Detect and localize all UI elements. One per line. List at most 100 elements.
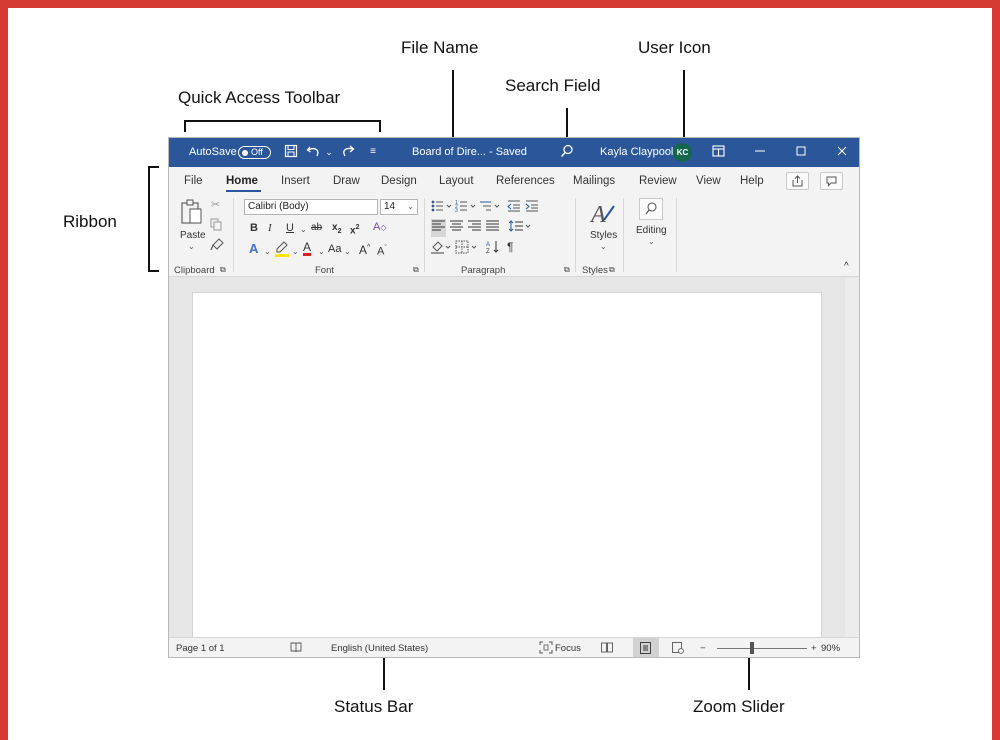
- focus-icon[interactable]: [539, 641, 553, 657]
- autosave-toggle[interactable]: Off: [238, 146, 271, 159]
- font-color-icon[interactable]: A: [303, 240, 311, 254]
- bold-icon[interactable]: B: [250, 221, 258, 235]
- focus-label[interactable]: Focus: [555, 643, 581, 654]
- read-mode-icon[interactable]: [601, 642, 613, 656]
- undo-icon[interactable]: [306, 144, 322, 160]
- callout-status-bar: Status Bar: [334, 697, 414, 716]
- line-spacing-icon[interactable]: [508, 220, 533, 236]
- tab-layout[interactable]: Layout: [439, 175, 474, 187]
- underline-dropdown-icon[interactable]: ⌄: [300, 223, 307, 237]
- strikethrough-icon[interactable]: ab: [311, 221, 322, 235]
- zoom-slider-track[interactable]: [717, 648, 807, 649]
- zoom-out-button[interactable]: −: [700, 643, 706, 654]
- align-center-icon[interactable]: [450, 220, 463, 236]
- callout-file-name: File Name: [401, 38, 479, 57]
- font-size-box[interactable]: 14 ⌄: [380, 199, 418, 215]
- borders-icon[interactable]: [455, 240, 481, 258]
- tab-design[interactable]: Design: [381, 175, 417, 187]
- tab-mailings[interactable]: Mailings: [573, 175, 615, 187]
- styles-label[interactable]: Styles: [590, 230, 617, 241]
- change-case-dropdown-icon[interactable]: ⌄: [344, 245, 351, 259]
- subscript-icon[interactable]: x2: [332, 221, 341, 239]
- styles-icon[interactable]: A: [589, 198, 616, 232]
- language[interactable]: English (United States): [331, 643, 428, 654]
- collapse-ribbon-icon[interactable]: ^: [844, 261, 849, 272]
- font-launcher-icon[interactable]: ⧉: [413, 265, 419, 275]
- paragraph-launcher-icon[interactable]: ⧉: [564, 265, 570, 275]
- styles-launcher-icon[interactable]: ⧉: [609, 265, 615, 275]
- document-name[interactable]: Board of Dire...: [412, 146, 486, 158]
- clipboard-launcher-icon[interactable]: ⧉: [220, 265, 226, 275]
- text-effects-icon[interactable]: A: [249, 242, 258, 256]
- editing-label[interactable]: Editing: [636, 225, 667, 236]
- title-bar: AutoSave Off ⌄ ≡ Board of Dire... - Save…: [169, 138, 859, 167]
- share-button[interactable]: [786, 172, 809, 190]
- comments-button[interactable]: [820, 172, 843, 190]
- tab-file[interactable]: File: [184, 175, 203, 187]
- shrink-font-icon[interactable]: Aˇ: [377, 242, 387, 259]
- undo-dropdown-icon[interactable]: ⌄: [321, 144, 337, 160]
- font-color-dropdown-icon[interactable]: ⌄: [318, 245, 325, 259]
- grow-font-icon[interactable]: A^: [359, 241, 370, 257]
- superscript-icon[interactable]: x2: [350, 221, 359, 238]
- callout-bracket-ribbon-bottom: [148, 270, 159, 272]
- justify-icon[interactable]: [486, 220, 499, 236]
- document-page[interactable]: [192, 292, 822, 638]
- ribbon-display-options-icon[interactable]: [710, 144, 726, 160]
- styles-dropdown-icon[interactable]: ⌄: [600, 242, 607, 251]
- highlight-dropdown-icon[interactable]: ⌄: [292, 245, 299, 259]
- zoom-in-button[interactable]: +: [811, 643, 817, 654]
- save-icon[interactable]: [283, 144, 299, 160]
- paste-dropdown-icon[interactable]: ⌄: [188, 242, 195, 251]
- active-tab-underline: [226, 190, 261, 192]
- cut-icon[interactable]: ✂: [211, 198, 220, 212]
- change-case-icon[interactable]: Aa: [328, 242, 341, 256]
- web-layout-icon[interactable]: [672, 642, 684, 657]
- callout-zoom-slider: Zoom Slider: [693, 697, 785, 716]
- user-avatar[interactable]: KC: [673, 143, 692, 162]
- tab-review[interactable]: Review: [639, 175, 677, 187]
- tab-insert[interactable]: Insert: [281, 175, 310, 187]
- font-name-box[interactable]: Calibri (Body): [244, 199, 378, 215]
- find-button[interactable]: [639, 198, 663, 220]
- redo-icon[interactable]: [340, 144, 356, 160]
- book-icon[interactable]: [290, 642, 302, 656]
- tab-draw[interactable]: Draw: [333, 175, 360, 187]
- shading-icon[interactable]: [431, 240, 453, 258]
- minimize-icon[interactable]: [752, 144, 768, 160]
- tab-help[interactable]: Help: [740, 175, 764, 187]
- show-formatting-marks-icon[interactable]: ¶: [507, 240, 513, 254]
- paste-icon[interactable]: [180, 198, 204, 230]
- font-size-value: 14: [384, 201, 396, 212]
- print-layout-icon[interactable]: [640, 642, 651, 657]
- text-effects-dropdown-icon[interactable]: ⌄: [264, 245, 271, 259]
- clear-formatting-icon[interactable]: A◇: [373, 220, 387, 235]
- increase-indent-icon[interactable]: [525, 199, 539, 217]
- zoom-slider-thumb[interactable]: [750, 642, 754, 654]
- close-icon[interactable]: [834, 144, 850, 160]
- decrease-indent-icon[interactable]: [507, 199, 521, 217]
- paste-label[interactable]: Paste: [180, 230, 206, 241]
- tab-references[interactable]: References: [496, 175, 555, 187]
- highlight-icon[interactable]: [275, 241, 289, 261]
- tab-view[interactable]: View: [696, 175, 721, 187]
- search-icon[interactable]: [559, 144, 575, 160]
- customize-toolbar-icon[interactable]: ≡: [365, 144, 381, 160]
- maximize-icon[interactable]: [793, 144, 809, 160]
- multilevel-list-icon[interactable]: [479, 199, 503, 217]
- copy-icon[interactable]: [210, 218, 223, 235]
- numbering-icon[interactable]: 123: [455, 199, 479, 217]
- underline-icon[interactable]: U: [286, 221, 294, 235]
- tab-home[interactable]: Home: [226, 175, 258, 187]
- format-painter-icon[interactable]: [210, 238, 224, 255]
- zoom-level[interactable]: 90%: [821, 643, 840, 654]
- align-left-icon[interactable]: [431, 219, 446, 237]
- italic-icon[interactable]: I: [268, 221, 272, 235]
- editing-dropdown-icon[interactable]: ⌄: [648, 237, 655, 246]
- bullets-icon[interactable]: [431, 199, 455, 217]
- font-size-dropdown-icon[interactable]: ⌄: [407, 202, 414, 211]
- align-right-icon[interactable]: [468, 220, 481, 236]
- page-count[interactable]: Page 1 of 1: [176, 643, 225, 654]
- vertical-scrollbar[interactable]: [845, 278, 859, 637]
- sort-icon[interactable]: AZ: [486, 240, 500, 258]
